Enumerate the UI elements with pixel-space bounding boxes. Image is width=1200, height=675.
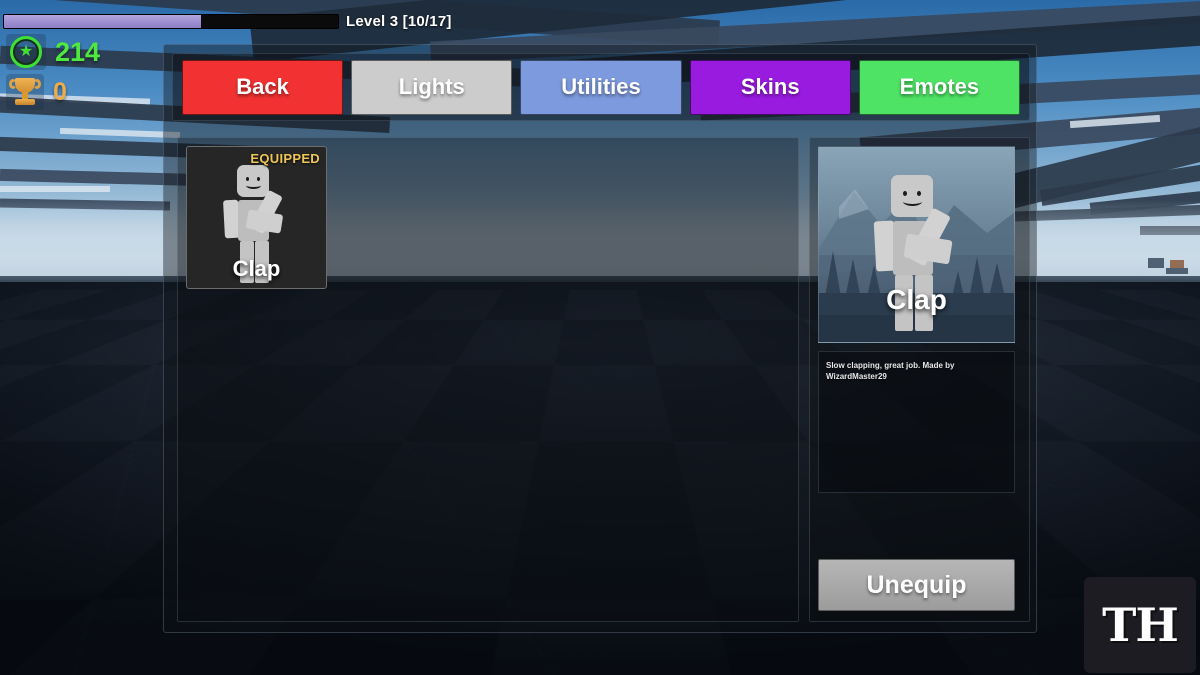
preview-item-name: Clap	[886, 284, 947, 315]
trophies-stat: 0	[6, 74, 67, 110]
item-description-text: Slow clapping, great job. Made by Wizard…	[826, 361, 955, 382]
equipped-badge: EQUIPPED	[250, 151, 320, 166]
avatar-eye	[246, 177, 249, 181]
distant-structure	[1148, 258, 1164, 268]
trophy-base	[15, 99, 35, 105]
watermark-logo: TH	[1084, 577, 1196, 673]
customization-menu-panel: Back Lights Utilities Skins Emotes EQUIPPED C…	[163, 44, 1037, 633]
xp-progress-fill	[4, 15, 202, 28]
unequip-button[interactable]: Unequip	[818, 559, 1015, 611]
xp-progress-bar	[3, 14, 339, 29]
avatar-eye	[917, 191, 921, 196]
emote-list-area[interactable]: EQUIPPED Clap	[177, 137, 799, 622]
trophy-cup	[15, 78, 35, 93]
distant-structure	[1170, 260, 1184, 268]
emote-card-name: Clap	[232, 256, 281, 281]
trophy-icon	[9, 76, 41, 108]
item-detail-panel: Clap Slow clapping, great job. Made by W…	[809, 137, 1030, 622]
tab-back[interactable]: Back	[182, 59, 344, 115]
coins-icon-chip: ★	[6, 34, 46, 70]
avatar-eye	[257, 177, 260, 181]
avatar-smile	[903, 197, 922, 206]
star-coin-icon: ★	[10, 36, 42, 68]
coins-value: 214	[55, 36, 101, 67]
tab-utilities[interactable]: Utilities	[520, 59, 682, 115]
tab-skins[interactable]: Skins	[689, 59, 851, 115]
distant-structure	[1166, 268, 1188, 274]
trophy-icon-chip	[6, 74, 44, 110]
item-description-box: Slow clapping, great job. Made by Wizard…	[818, 351, 1015, 493]
emote-card[interactable]: EQUIPPED Clap	[186, 146, 327, 289]
menu-tab-bar: Back Lights Utilities Skins Emotes	[172, 53, 1030, 121]
avatar-head	[891, 175, 933, 217]
emote-preview-thumbnail: Clap	[818, 146, 1015, 343]
game-screen: Level 3 [10/17] ★ 214 0 Back Lights Utilit…	[0, 0, 1200, 675]
trophies-value: 0	[53, 77, 67, 106]
star-glyph: ★	[18, 43, 34, 60]
avatar-eye	[903, 191, 907, 196]
level-label: Level 3 [10/17]	[346, 13, 452, 30]
avatar-smile	[246, 182, 261, 189]
tab-lights[interactable]: Lights	[351, 59, 513, 115]
avatar-head	[237, 165, 269, 197]
coins-stat: ★ 214	[6, 34, 100, 70]
emote-grid: EQUIPPED Clap	[186, 146, 790, 289]
tab-emotes[interactable]: Emotes	[858, 59, 1021, 115]
watermark-text: TH	[1102, 598, 1179, 652]
rafter-highlight	[0, 186, 110, 192]
